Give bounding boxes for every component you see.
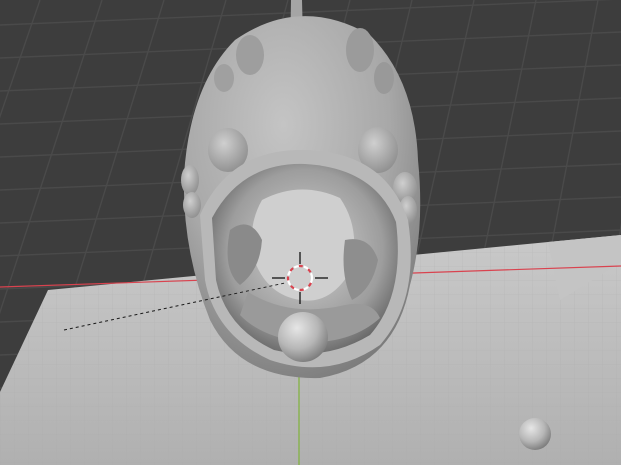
sphere-in-mouth[interactable] [278, 312, 328, 362]
3d-viewport[interactable] [0, 0, 621, 465]
small-sphere[interactable] [519, 418, 551, 450]
viewport-canvas[interactable] [0, 0, 621, 465]
